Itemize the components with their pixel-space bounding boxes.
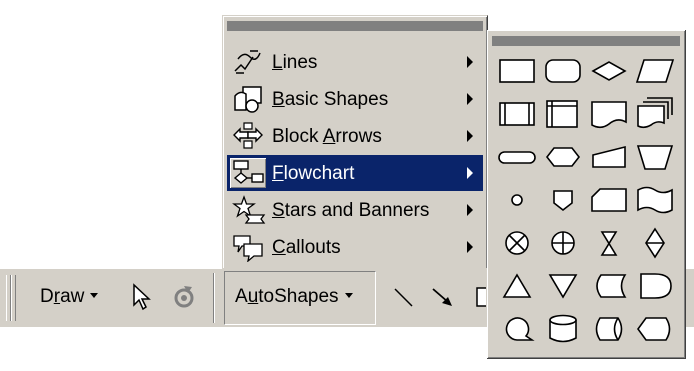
flowchart-alternate-process-icon[interactable]: [541, 50, 585, 90]
submenu-arrow-icon: [467, 204, 473, 216]
select-objects-icon[interactable]: [130, 283, 152, 316]
draw-menu-button[interactable]: Draw: [40, 286, 99, 308]
flowchart-card-icon[interactable]: [587, 179, 631, 219]
dropdown-arrow-icon: [344, 292, 353, 298]
flowchart-terminator-icon[interactable]: [495, 136, 539, 176]
flowchart-manual-operation-icon[interactable]: [633, 136, 677, 176]
basic-shapes-icon: [230, 84, 266, 114]
menu-drag-bar[interactable]: [227, 21, 483, 31]
flowchart-merge-icon[interactable]: [541, 265, 585, 305]
flowchart-sort-icon[interactable]: [633, 222, 677, 262]
menu-item-label: Basic Shapes: [272, 89, 389, 110]
flowchart-sequential-access-storage-icon[interactable]: [495, 308, 539, 348]
autoshapes-menu: Lines Basic Shapes Block Arrows Flowchar…: [222, 15, 488, 269]
autoshapes-label-accel: u: [247, 286, 259, 307]
arrow-icon[interactable]: [430, 285, 456, 314]
flowchart-submenu: [487, 30, 686, 359]
flowchart-predefined-process-icon[interactable]: [495, 93, 539, 133]
toolbar-separator: [213, 273, 215, 323]
flowchart-stored-data-icon[interactable]: [587, 265, 631, 305]
draw-label-pre: D: [40, 286, 54, 307]
screen: Draw AutoShapes Lines Basic Shapes Block…: [0, 0, 694, 371]
submenu-arrow-icon: [467, 241, 473, 253]
flowchart-magnetic-disk-icon[interactable]: [541, 308, 585, 348]
stars-banners-icon: [230, 195, 266, 225]
lines-icon: [230, 47, 266, 77]
flowchart-punched-tape-icon[interactable]: [633, 179, 677, 219]
flowchart-direct-access-storage-icon[interactable]: [587, 308, 631, 348]
draw-label-post: aw: [60, 286, 85, 307]
menu-item-label: Block Arrows: [272, 126, 382, 147]
menu-item-lines[interactable]: Lines: [227, 44, 483, 80]
dropdown-arrow-icon: [90, 292, 99, 298]
toolbar-grip-2[interactable]: [11, 275, 16, 321]
menu-item-label: Flowchart: [272, 163, 355, 184]
autoshapes-label-post: toShapes: [258, 286, 339, 307]
menu-item-label: Stars and Banners: [272, 200, 430, 221]
menu-item-callouts[interactable]: Callouts: [227, 229, 483, 265]
autoshapes-button[interactable]: AutoShapes: [224, 271, 376, 325]
flowchart-manual-input-icon[interactable]: [587, 136, 631, 176]
line-icon[interactable]: [392, 285, 416, 314]
flowchart-summing-junction-icon[interactable]: [495, 222, 539, 262]
flowchart-decision-icon[interactable]: [587, 50, 631, 90]
flowchart-display-icon[interactable]: [633, 308, 677, 348]
submenu-drag-bar[interactable]: [492, 36, 680, 46]
flowchart-connector-icon[interactable]: [495, 179, 539, 219]
menu-item-basic-shapes[interactable]: Basic Shapes: [227, 81, 483, 117]
menu-item-block-arrows[interactable]: Block Arrows: [227, 118, 483, 154]
menu-item-flowchart[interactable]: Flowchart: [227, 155, 483, 191]
flowchart-icon: [230, 158, 266, 188]
flowchart-document-icon[interactable]: [587, 93, 631, 133]
submenu-arrow-icon: [467, 130, 473, 142]
submenu-arrow-icon: [467, 93, 473, 105]
block-arrows-icon: [230, 121, 266, 151]
menu-item-label: Callouts: [272, 237, 341, 258]
autoshapes-label-pre: A: [235, 286, 248, 307]
flowchart-collate-icon[interactable]: [587, 222, 631, 262]
flowchart-off-page-connector-icon[interactable]: [541, 179, 585, 219]
menu-item-stars-and-banners[interactable]: Stars and Banners: [227, 192, 483, 228]
submenu-arrow-icon: [467, 56, 473, 68]
free-rotate-icon[interactable]: [170, 283, 198, 316]
flowchart-multidocument-icon[interactable]: [633, 93, 677, 133]
callouts-icon: [230, 232, 266, 263]
flowchart-internal-storage-icon[interactable]: [541, 93, 585, 133]
menu-item-label: Lines: [272, 52, 318, 73]
submenu-arrow-icon: [467, 167, 473, 179]
flowchart-data-icon[interactable]: [633, 50, 677, 90]
flowchart-process-icon[interactable]: [495, 50, 539, 90]
rectangle-icon[interactable]: [476, 285, 492, 314]
flowchart-preparation-icon[interactable]: [541, 136, 585, 176]
flowchart-extract-icon[interactable]: [495, 265, 539, 305]
flowchart-delay-icon[interactable]: [633, 265, 677, 305]
flowchart-or-icon[interactable]: [541, 222, 585, 262]
